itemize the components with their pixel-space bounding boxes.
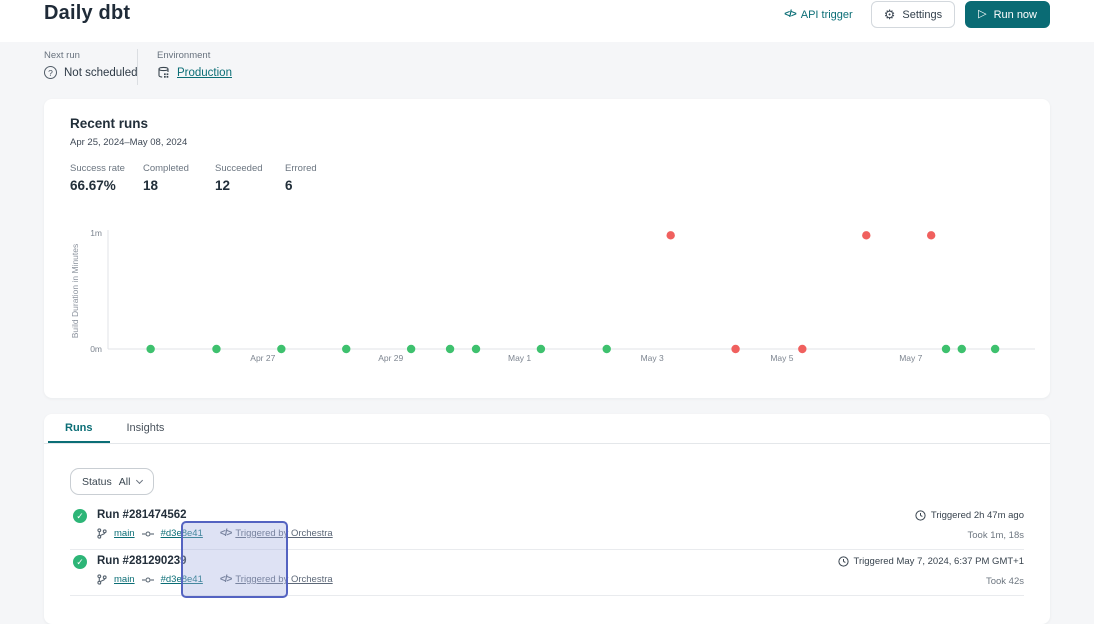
run-row[interactable]: ✓ Run #281290239 main #d3e8e41 </ <box>70 550 1024 596</box>
header-actions: </> API trigger ⚙ Settings ▷ Run now <box>784 1 1050 28</box>
tab-insights[interactable]: Insights <box>110 414 182 443</box>
run-now-label: Run now <box>994 9 1037 21</box>
tabs: Runs Insights <box>44 414 1050 444</box>
run-subline: main #d3e8e41 </> Triggered by Orchestra <box>97 528 333 539</box>
svg-text:May 7: May 7 <box>899 353 922 363</box>
code-icon: </> <box>220 528 231 539</box>
tab-runs[interactable]: Runs <box>48 414 110 443</box>
commit-link[interactable]: #d3e8e41 <box>161 528 203 539</box>
next-run-text: Not scheduled <box>64 67 138 79</box>
play-icon: ▷ <box>978 9 986 20</box>
run-dot-success[interactable] <box>407 345 415 353</box>
date-range: Apr 25, 2024–May 08, 2024 <box>70 137 187 148</box>
commit-link[interactable]: #d3e8e41 <box>161 574 203 585</box>
triggered-by-badge[interactable]: </> Triggered by Orchestra <box>220 574 333 585</box>
svg-text:Apr 27: Apr 27 <box>250 353 275 363</box>
run-triggered: Triggered May 7, 2024, 6:37 PM GMT+1 <box>838 556 1024 567</box>
status-filter-label: Status <box>82 476 112 488</box>
meta-divider <box>137 49 138 85</box>
next-run-label: Next run <box>44 50 80 61</box>
run-dot-success[interactable] <box>146 345 154 353</box>
run-dot-success[interactable] <box>603 345 611 353</box>
success-check-icon: ✓ <box>73 555 87 569</box>
run-took: Took 42s <box>986 576 1024 587</box>
svg-text:May 1: May 1 <box>508 353 531 363</box>
code-icon: </> <box>784 9 795 20</box>
branch-link[interactable]: main <box>114 528 135 539</box>
run-row[interactable]: ✓ Run #281474562 main #d3e8e41 </ <box>70 504 1024 550</box>
run-title[interactable]: Run #281290239 <box>97 555 187 567</box>
run-took: Took 1m, 18s <box>968 530 1025 541</box>
environment-link[interactable]: Production <box>177 67 232 79</box>
next-run-value: ? Not scheduled <box>44 66 138 79</box>
commit-icon <box>142 530 154 538</box>
api-trigger-link[interactable]: </> API trigger <box>784 9 852 21</box>
recent-runs-card: Recent runs Apr 25, 2024–May 08, 2024 Su… <box>44 99 1050 398</box>
run-dot-success[interactable] <box>212 345 220 353</box>
question-circle-icon: ? <box>44 66 57 79</box>
svg-text:0m: 0m <box>90 344 102 354</box>
svg-text:May 5: May 5 <box>770 353 793 363</box>
build-duration-chart[interactable]: 1m 0m Build Duration in Minutes Apr 27 Apr 2… <box>44 221 1050 381</box>
commit-icon <box>142 576 154 584</box>
run-dot-success[interactable] <box>537 345 545 353</box>
run-now-button[interactable]: ▷ Run now <box>965 1 1050 28</box>
stat-completed: Completed 18 <box>143 163 189 193</box>
svg-text:May 3: May 3 <box>641 353 664 363</box>
svg-text:Build Duration in Minutes: Build Duration in Minutes <box>70 244 80 339</box>
clock-icon <box>838 556 849 567</box>
chevron-down-icon <box>136 476 143 483</box>
triggered-by-badge[interactable]: </> Triggered by Orchestra <box>220 528 333 539</box>
page-title: Daily dbt <box>44 2 130 25</box>
runs-list: ✓ Run #281474562 main #d3e8e41 </ <box>70 504 1024 596</box>
run-subline: main #d3e8e41 </> Triggered by Orchestra <box>97 574 333 585</box>
run-dot-error[interactable] <box>731 345 739 353</box>
api-trigger-label: API trigger <box>801 9 853 21</box>
stat-success-rate: Success rate 66.67% <box>70 163 125 193</box>
environment-value: Production <box>157 66 232 79</box>
run-dot-success[interactable] <box>958 345 966 353</box>
gear-icon: ⚙ <box>884 8 896 21</box>
run-dot-success[interactable] <box>472 345 480 353</box>
run-dot-success[interactable] <box>991 345 999 353</box>
database-icon <box>157 66 170 79</box>
run-dot-success[interactable] <box>942 345 950 353</box>
stat-succeeded: Succeeded 12 <box>215 163 263 193</box>
run-triggered: Triggered 2h 47m ago <box>915 510 1024 521</box>
runs-card: Runs Insights Status All ✓ Run #28147456… <box>44 414 1050 624</box>
svg-text:Apr 29: Apr 29 <box>378 353 403 363</box>
run-dot-error[interactable] <box>666 231 674 239</box>
branch-link[interactable]: main <box>114 574 135 585</box>
run-dot-error[interactable] <box>798 345 806 353</box>
status-filter-value: All <box>119 476 131 488</box>
run-dot-success[interactable] <box>277 345 285 353</box>
run-title[interactable]: Run #281474562 <box>97 509 187 521</box>
success-check-icon: ✓ <box>73 509 87 523</box>
git-branch-icon <box>97 528 107 539</box>
header: Daily dbt </> API trigger ⚙ Settings ▷ R… <box>0 0 1094 42</box>
run-dot-error[interactable] <box>862 231 870 239</box>
settings-button[interactable]: ⚙ Settings <box>871 1 955 28</box>
recent-runs-title: Recent runs <box>70 116 148 131</box>
run-dot-success[interactable] <box>446 345 454 353</box>
run-dot-error[interactable] <box>927 231 935 239</box>
code-icon: </> <box>220 574 231 585</box>
run-dot-success[interactable] <box>342 345 350 353</box>
settings-label: Settings <box>902 9 942 21</box>
git-branch-icon <box>97 574 107 585</box>
stat-errored: Errored 6 <box>285 163 317 193</box>
clock-icon <box>915 510 926 521</box>
environment-label: Environment <box>157 50 210 61</box>
job-page: { "icons": { "code": "</>", "gear": "⚙",… <box>0 0 1094 601</box>
status-filter-dropdown[interactable]: Status All <box>70 468 154 495</box>
svg-text:1m: 1m <box>90 228 102 238</box>
